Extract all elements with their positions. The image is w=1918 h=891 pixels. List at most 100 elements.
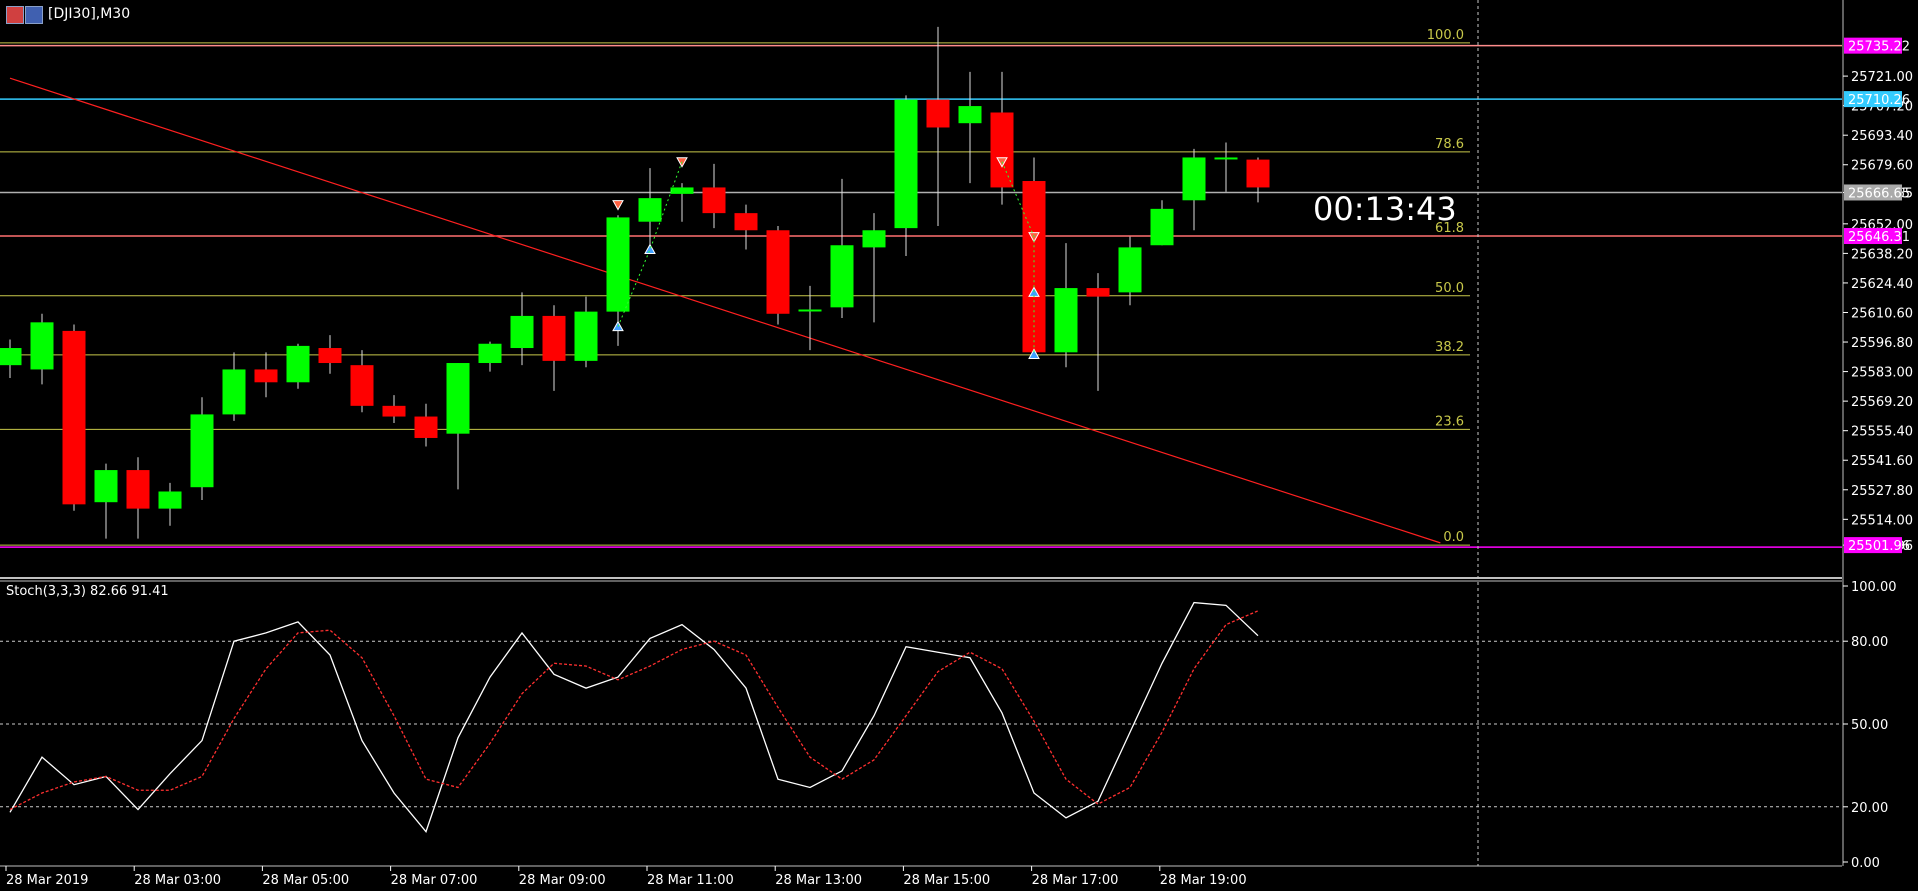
price-tick-label: 25569.20 [1851,395,1913,410]
sell-arrow-marker [612,200,624,211]
price-tag: 25646.31 [1844,228,1910,245]
candle-body [1118,247,1142,293]
price-tick-label: 25527.80 [1851,484,1913,499]
candle [766,225,790,325]
candle-body [222,369,246,415]
candle [1150,200,1174,246]
candle [574,296,598,368]
fib-level-label: 100.0 [1427,28,1464,43]
candle [670,183,694,222]
price-tick-label: 25555.40 [1851,425,1913,440]
window-title-bar: [DJI30],M30 [6,6,131,24]
candle-body [126,470,150,509]
candle [0,339,22,379]
price-tag: 25710.26 [1844,91,1910,108]
price-tick-label: 25624.40 [1851,277,1913,292]
price-tick-label: 25596.80 [1851,336,1913,351]
candle [190,397,214,501]
price-tag: 25501.96 [1844,537,1910,554]
horizontal-lines [0,44,1842,548]
candle-body [798,309,822,312]
price-tick-label: 25679.60 [1851,159,1913,174]
candle-body [318,348,342,364]
candle-body [286,345,310,383]
symbol-title: [DJI30],M30 [48,6,131,22]
price-tags: 25735.22 25710.26 25666.65 25646.31 25501.96 [1844,37,1910,554]
candle [894,95,918,256]
chart-canvas: 100.078.661.850.038.223.60.0 25721.00257… [0,0,1913,888]
candle [1086,273,1110,391]
price-tag-label: 25710.26 [1848,93,1910,108]
candle [414,403,438,447]
candle-body [190,414,214,488]
price-tick-label: 25610.60 [1851,306,1913,321]
time-tick-label: 28 Mar 09:00 [519,873,606,888]
candle-body [1054,288,1078,353]
fib-level-label: 23.6 [1435,414,1464,429]
fib-level-label: 0.0 [1443,530,1464,545]
candle-body [0,348,22,366]
candle-body [478,343,502,364]
price-tick-label: 25514.00 [1851,513,1913,528]
stoch-tick-label: 20.00 [1851,801,1888,816]
candle [350,350,374,413]
candle-body [94,470,118,503]
time-tick-label: 28 Mar 15:00 [903,873,990,888]
candle [446,363,470,490]
candle-body [542,315,566,361]
candle [638,168,662,250]
price-tick-label: 25693.40 [1851,129,1913,144]
candle-body [574,311,598,361]
candle-body [702,187,726,214]
candle-body [958,106,982,124]
time-tick-label: 28 Mar 17:00 [1032,873,1119,888]
candle-body [510,315,534,349]
stoch-tick-label: 80.00 [1851,635,1888,650]
candle-body [1086,288,1110,297]
time-tick-label: 28 Mar 05:00 [262,873,349,888]
stoch-tick-label: 0.00 [1851,856,1880,871]
bar-countdown-timer: 00:13:43 [1313,190,1457,228]
price-tag-label: 25666.65 [1848,186,1910,201]
candle-body [734,213,758,231]
candle [1118,236,1142,306]
chart-window-icon[interactable] [6,6,43,24]
candle-body [990,112,1014,188]
time-tick-label: 28 Mar 03:00 [134,873,221,888]
candle-body [894,99,918,229]
candle [62,324,86,511]
buy-arrow-marker [644,243,656,255]
candle-body [606,217,630,312]
candle-body [1246,159,1270,188]
candle-body [382,405,406,417]
candle-body [926,99,950,128]
candle-body [830,245,854,308]
candle [382,395,406,423]
time-tick-label: 28 Mar 19:00 [1160,873,1247,888]
candle [158,482,182,526]
candle-body [862,230,886,248]
candle [830,178,854,319]
candle [254,352,278,398]
candle [222,352,246,421]
price-tag: 25735.22 [1844,37,1910,55]
candle-body [254,369,278,383]
stochastic-panel: 100.00 80.00 50.00 20.00 0.00 [0,580,1897,871]
price-tag: 25666.65 [1844,184,1910,201]
candle-body [1150,208,1174,246]
candle [926,26,950,226]
time-tick-label: 28 Mar 13:00 [775,873,862,888]
time-tick-label: 28 Mar 07:00 [391,873,478,888]
candle [734,204,758,250]
candle [702,163,726,229]
candle [990,71,1014,205]
candle [126,457,150,539]
candle [94,463,118,539]
price-tick-label: 25638.20 [1851,247,1913,262]
candle-body [350,365,374,406]
candle-body [62,330,86,505]
time-axis: 28 Mar 2019 28 Mar 03:00 28 Mar 05:00 28 Ma… [5,866,1247,888]
candle-body [1182,157,1206,201]
price-tag-label: 25646.31 [1848,230,1910,245]
time-tick-label: 28 Mar 11:00 [647,873,734,888]
